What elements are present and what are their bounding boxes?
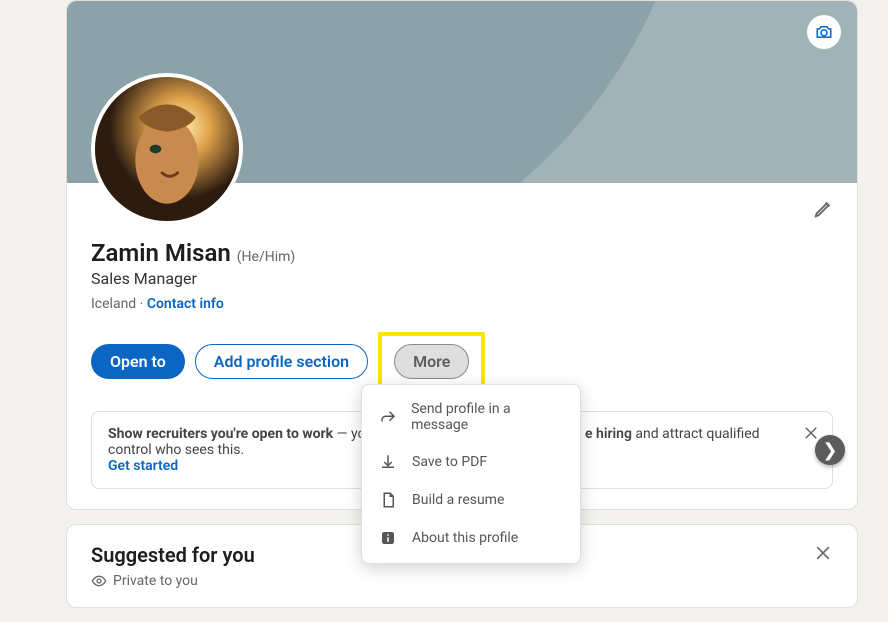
profile-pronouns: (He/Him): [237, 249, 296, 265]
close-icon: [802, 424, 820, 442]
promo-control-line: control who sees this.: [108, 442, 244, 458]
avatar-graphic: [95, 77, 239, 221]
get-started-link[interactable]: Get started: [108, 458, 178, 474]
tutorial-highlight: More: [378, 332, 485, 391]
more-button[interactable]: More: [394, 344, 469, 379]
more-dropdown: Send profile in a message Save to PDF Bu…: [361, 384, 581, 564]
add-profile-section-button[interactable]: Add profile section: [195, 344, 368, 379]
promo-recruiters-bold: Show recruiters you're open to work: [108, 426, 333, 442]
dropdown-item-label: Save to PDF: [412, 454, 487, 470]
chevron-right-icon: ❯: [822, 440, 837, 461]
suggested-close-button[interactable]: [813, 543, 833, 568]
dropdown-item-label: Send profile in a message: [411, 401, 564, 433]
pencil-icon: [813, 197, 835, 219]
document-icon: [379, 491, 397, 509]
dropdown-send-profile[interactable]: Send profile in a message: [362, 391, 580, 443]
edit-cover-button[interactable]: [807, 15, 841, 49]
share-arrow-icon: [379, 408, 397, 426]
profile-headline: Sales Manager: [91, 269, 833, 288]
info-icon: [379, 529, 397, 547]
dropdown-item-label: About this profile: [412, 530, 518, 546]
edit-profile-button[interactable]: [813, 197, 835, 223]
close-icon: [813, 543, 833, 563]
promo-next-button[interactable]: ❯: [815, 435, 845, 465]
dropdown-save-pdf[interactable]: Save to PDF: [362, 443, 580, 481]
download-icon: [379, 453, 397, 471]
dropdown-about-profile[interactable]: About this profile: [362, 519, 580, 557]
profile-avatar[interactable]: [91, 73, 243, 225]
eye-icon: [91, 573, 107, 589]
open-to-button[interactable]: Open to: [91, 344, 185, 379]
profile-name: Zamin Misan: [91, 239, 231, 267]
camera-icon: [815, 23, 833, 41]
contact-info-link[interactable]: Contact info: [147, 296, 224, 312]
profile-location: Iceland: [91, 296, 136, 312]
dropdown-item-label: Build a resume: [412, 492, 504, 508]
private-label: Private to you: [113, 573, 198, 589]
dropdown-build-resume[interactable]: Build a resume: [362, 481, 580, 519]
